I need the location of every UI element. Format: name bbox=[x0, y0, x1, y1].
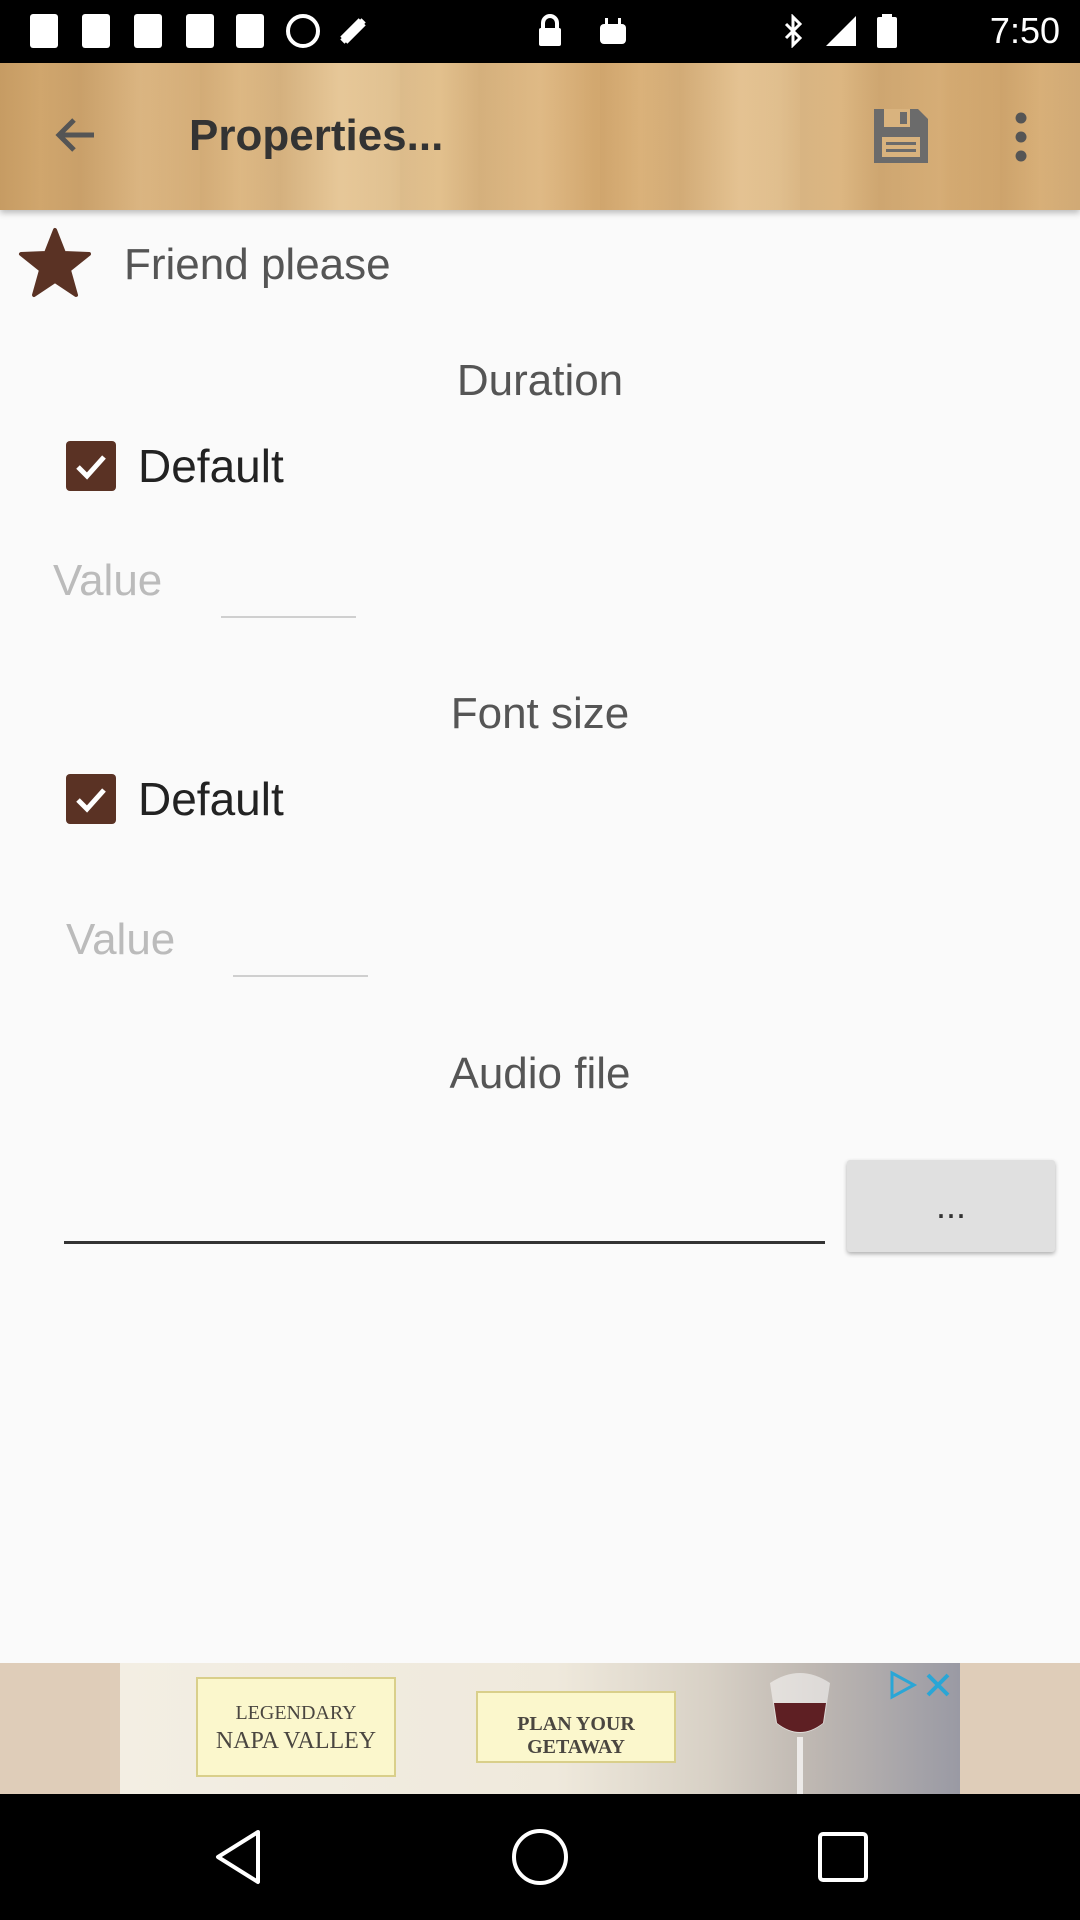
page-title: Properties... bbox=[189, 111, 444, 160]
duration-default-checkbox[interactable] bbox=[66, 441, 116, 491]
ad-logo-line2: NAPA VALLEY bbox=[215, 1728, 377, 1754]
bluetooth-icon bbox=[776, 13, 810, 49]
font-size-default-checkbox[interactable] bbox=[66, 774, 116, 824]
ad-info-icon[interactable] bbox=[884, 1667, 920, 1703]
android-icon bbox=[596, 14, 630, 48]
notification-icon bbox=[82, 14, 110, 48]
screen: 7:50 Properties... Friend please Duratio… bbox=[0, 0, 1080, 1920]
clock: 7:50 bbox=[989, 10, 1060, 51]
duration-title: Duration bbox=[456, 356, 624, 405]
item-name: Friend please bbox=[124, 240, 391, 289]
signal-icon bbox=[824, 14, 858, 48]
lock-icon bbox=[533, 14, 567, 48]
more-options-icon[interactable] bbox=[1005, 111, 1037, 163]
ad-logo-box: LEGENDARY NAPA VALLEY bbox=[196, 1677, 396, 1777]
font-size-title: Font size bbox=[450, 689, 630, 738]
font-size-default-checkbox-row[interactable]: Default bbox=[66, 770, 284, 828]
home-nav-icon[interactable] bbox=[507, 1824, 573, 1890]
save-icon[interactable] bbox=[870, 105, 932, 167]
ad-cta[interactable]: PLAN YOUR GETAWAY bbox=[476, 1691, 676, 1763]
ad-banner[interactable]: LEGENDARY NAPA VALLEY PLAN YOUR GETAWAY bbox=[120, 1663, 960, 1794]
ad-logo-line1: LEGENDARY bbox=[235, 1702, 357, 1724]
notification-icon bbox=[186, 14, 214, 48]
app-bar: Properties... bbox=[0, 63, 1080, 210]
satellite-icon bbox=[336, 14, 370, 48]
browse-audio-button[interactable]: ... bbox=[847, 1160, 1055, 1252]
notification-icon bbox=[30, 14, 58, 48]
wine-glass-icon bbox=[760, 1663, 840, 1794]
notification-icon bbox=[236, 14, 264, 48]
duration-value-input[interactable] bbox=[221, 564, 356, 618]
sync-icon bbox=[286, 14, 320, 48]
audio-file-input[interactable] bbox=[64, 1172, 825, 1244]
font-size-value-input[interactable] bbox=[233, 923, 368, 977]
audio-file-title: Audio file bbox=[449, 1049, 631, 1098]
back-arrow-icon[interactable] bbox=[48, 107, 104, 163]
notification-icon bbox=[134, 14, 162, 48]
recents-nav-icon[interactable] bbox=[810, 1824, 876, 1890]
back-nav-icon[interactable] bbox=[206, 1824, 272, 1890]
duration-default-label: Default bbox=[138, 440, 284, 492]
battery-icon bbox=[876, 14, 898, 48]
duration-value-label: Value bbox=[53, 556, 163, 605]
navigation-bar bbox=[0, 1794, 1080, 1920]
duration-default-checkbox-row[interactable]: Default bbox=[66, 437, 284, 495]
font-size-value-label: Value bbox=[66, 915, 176, 964]
font-size-default-label: Default bbox=[138, 773, 284, 825]
ad-close-icon[interactable] bbox=[920, 1667, 956, 1703]
ad-banner-area: LEGENDARY NAPA VALLEY PLAN YOUR GETAWAY bbox=[0, 1663, 1080, 1794]
status-bar: 7:50 bbox=[0, 0, 1080, 63]
star-icon[interactable] bbox=[18, 226, 92, 300]
